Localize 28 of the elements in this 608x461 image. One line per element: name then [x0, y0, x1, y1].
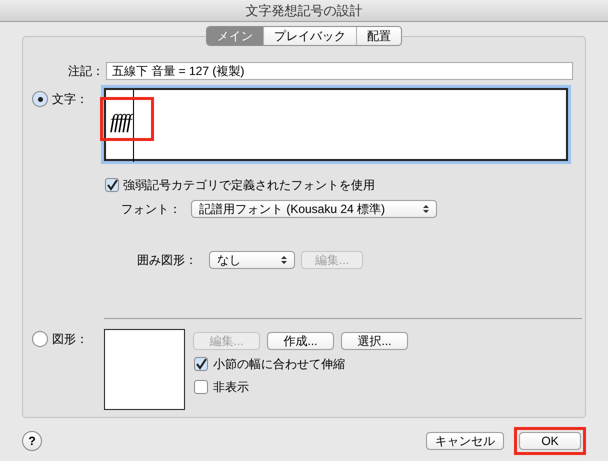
checkbox-label: 小節の幅に合わせて伸縮	[213, 356, 345, 373]
font-label: フォント：	[121, 201, 182, 218]
window-title: 文字発想記号の設計	[246, 2, 362, 20]
annotation-field[interactable]: 五線下 音量 = 127 (複製)	[106, 62, 573, 80]
tab[interactable]: 配置	[356, 27, 401, 45]
text-cursor	[133, 90, 134, 162]
radio-button[interactable]	[32, 91, 48, 107]
button[interactable]: 作成...	[267, 332, 334, 350]
button[interactable]: 選択...	[341, 332, 408, 350]
chevrons-icon	[281, 255, 287, 265]
enclosure-label: 囲み図形：	[137, 252, 198, 269]
checkbox[interactable]	[194, 357, 208, 371]
dynamics-text: fffff	[110, 107, 130, 137]
tab[interactable]: プレイバック	[263, 27, 356, 45]
text-label: 文字：	[52, 91, 88, 108]
radio-button[interactable]	[32, 331, 48, 347]
popup-menu[interactable]: なし	[209, 251, 295, 269]
shape-label: 図形：	[52, 331, 88, 348]
checkbox[interactable]	[105, 178, 119, 192]
chevrons-icon	[423, 204, 429, 214]
popup-menu[interactable]: 記譜用フォント (Kousaku 24 標準)	[191, 200, 437, 218]
dialog-button[interactable]: OK	[519, 432, 581, 450]
checkbox-label: 非表示	[213, 379, 249, 396]
checkbox[interactable]	[194, 380, 208, 394]
help-button[interactable]: ?	[22, 431, 42, 451]
checkbox-label: 強弱記号カテゴリで定義されたフォントを使用	[123, 177, 375, 194]
annotation-label: 注記：	[67, 63, 104, 80]
dialog-button[interactable]: キャンセル	[426, 432, 504, 450]
